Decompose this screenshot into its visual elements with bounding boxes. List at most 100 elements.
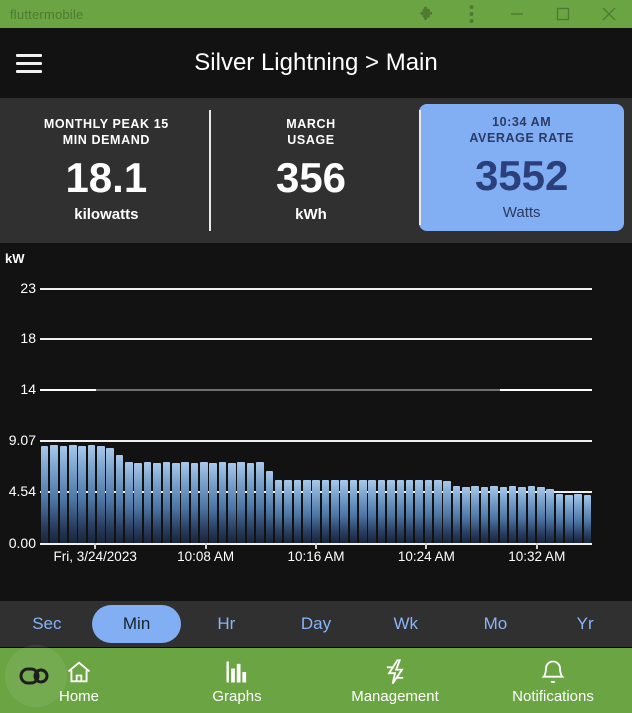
chart-bar[interactable] [574,494,582,543]
chart-bar[interactable] [583,494,592,543]
accessibility-overlay-button[interactable] [5,645,67,707]
chart-bar[interactable] [368,479,377,543]
period-tab-min[interactable]: Min [91,605,182,643]
chart-bar[interactable] [50,445,58,543]
chart-bar[interactable] [143,462,152,543]
chart-bar[interactable] [471,486,479,543]
chart-bar[interactable] [518,486,526,543]
chart-plot-area[interactable] [40,288,592,543]
chart-bar[interactable] [331,479,339,543]
x-axis-tick-label: 10:24 AM [397,549,455,564]
chart-bar[interactable] [433,480,442,543]
chart-bar[interactable] [209,462,217,543]
stat-value: 18.1 [65,154,148,201]
hamburger-line [16,69,42,73]
period-tab-mo[interactable]: Mo [451,605,541,643]
stat-value: 3552 [474,152,569,199]
chart-bar[interactable] [565,494,573,543]
nav-item-graphs[interactable]: Graphs [158,648,316,713]
chart-bar[interactable] [125,462,133,543]
period-tab-yr[interactable]: Yr [540,605,630,643]
chart-bar[interactable] [359,480,367,543]
chart-bar[interactable] [536,486,545,543]
period-tab-sec[interactable]: Sec [2,605,92,643]
chart-bar[interactable] [162,462,171,543]
lightning-bolt-icon [381,656,409,686]
chart-bar[interactable] [218,462,227,543]
chart-bar[interactable] [527,486,536,543]
chart-bar[interactable] [181,462,189,543]
chart-bar[interactable] [555,494,564,543]
extension-icon[interactable] [406,0,448,28]
stat-card-2[interactable]: MARCH USAGE 356 kWh [208,104,414,237]
chart-bar[interactable] [424,479,433,543]
chart-bar[interactable] [396,480,405,543]
usage-bar-chart[interactable]: kW 23 18 14 9.07 4.54 0.00 Fri, 3/24/2023 10:0… [0,243,632,601]
period-tab-label: Sec [32,614,62,633]
chart-bar[interactable] [106,448,114,543]
close-button[interactable] [586,0,632,28]
summary-stats: MONTHLY PEAK 15 MIN DEMAND 18.1 kilowatts MA… [0,98,632,243]
stat-label: MONTHLY PEAK 15 MIN DEMAND [43,117,169,147]
nav-item-management[interactable]: Management [316,648,474,713]
chart-bar[interactable] [462,486,470,543]
chart-bar[interactable] [134,462,143,543]
chart-bar[interactable] [340,480,348,543]
chart-bar[interactable] [256,462,264,543]
chart-bar[interactable] [237,462,246,543]
minimize-button[interactable] [494,0,540,28]
chart-bar[interactable] [405,479,414,543]
period-tab-day[interactable]: Day [271,605,361,643]
chart-bar[interactable] [415,480,423,543]
chart-bar[interactable] [200,462,208,543]
chart-bar[interactable] [508,486,517,543]
chart-bar[interactable] [246,462,255,543]
period-tab-label: Yr [576,614,594,633]
maximize-button[interactable] [540,0,586,28]
chart-bar[interactable] [78,445,86,543]
period-tab-label: Wk [393,614,418,633]
chart-bar[interactable] [190,462,199,543]
chart-bar[interactable] [171,462,180,543]
time-period-selector[interactable]: Sec Min Hr Day Wk Mo Yr [0,601,632,647]
hamburger-menu-icon[interactable] [0,28,58,98]
chart-bar[interactable] [115,454,124,543]
chart-bar[interactable] [274,479,283,543]
chart-bar[interactable] [377,480,386,543]
chart-bar[interactable] [284,480,292,543]
chart-bar[interactable] [546,489,554,543]
more-vert-icon[interactable] [448,0,494,28]
chart-bar[interactable] [349,479,358,543]
y-axis-tick-label: 14 [20,381,36,397]
chart-bar[interactable] [87,445,96,543]
x-axis-tick-label: 10:08 AM [177,549,235,564]
chart-bar[interactable] [312,479,320,543]
chart-bar[interactable] [490,486,498,543]
app-window: fluttermobile Silver Lightning > Main MO… [0,0,632,713]
chart-bar[interactable] [265,470,274,543]
chart-bar[interactable] [228,462,236,543]
stat-unit: Watts [502,204,541,221]
chart-bar[interactable] [499,486,508,543]
chart-bar[interactable] [59,445,68,543]
chart-bar[interactable] [480,486,489,543]
x-axis-tick-mark [204,543,207,549]
chart-bar[interactable] [443,480,451,543]
nav-item-label: Management [351,688,439,705]
chart-bar[interactable] [293,479,302,543]
period-tab-hr[interactable]: Hr [181,605,271,643]
chart-bar[interactable] [40,445,49,543]
chart-bar[interactable] [153,462,161,543]
period-tab-wk[interactable]: Wk [361,605,451,643]
x-axis-tick-label: 10:32 AM [508,549,566,564]
stat-card-3[interactable]: 10:34 AM AVERAGE RATE 3552 Watts [419,104,625,231]
chart-bar[interactable] [302,480,311,543]
chart-bar[interactable] [97,445,105,543]
chart-bar[interactable] [452,485,461,543]
chart-bar[interactable] [321,480,330,543]
stat-card-1[interactable]: MONTHLY PEAK 15 MIN DEMAND 18.1 kilowatts [4,104,209,237]
chart-bar[interactable] [68,445,77,543]
bottom-navigation: Home Graphs Management Notifications [0,647,632,713]
nav-item-notifications[interactable]: Notifications [474,648,632,713]
chart-bar[interactable] [387,479,395,543]
